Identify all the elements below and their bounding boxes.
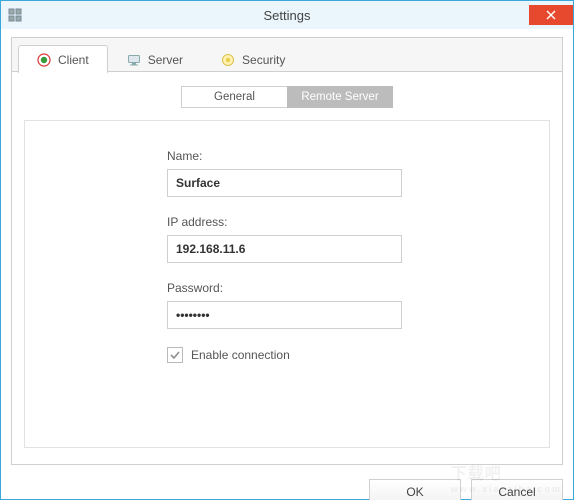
tab-security-label: Security (242, 53, 285, 67)
titlebar: Settings (1, 1, 573, 29)
tab-server[interactable]: Server (108, 45, 202, 73)
name-input[interactable] (167, 169, 402, 197)
subtabs: General Remote Server (24, 86, 550, 108)
tab-client[interactable]: Client (18, 45, 108, 73)
name-label: Name: (167, 149, 407, 163)
cancel-button[interactable]: Cancel (471, 479, 563, 500)
server-icon (127, 53, 141, 67)
content-panel: General Remote Server Name: IP address: … (11, 71, 563, 465)
password-label: Password: (167, 281, 407, 295)
app-icon (7, 7, 23, 23)
password-input[interactable] (167, 301, 402, 329)
window-title: Settings (1, 8, 573, 23)
tab-client-label: Client (58, 53, 89, 67)
enable-connection-label: Enable connection (191, 348, 290, 362)
ok-button[interactable]: OK (369, 479, 461, 500)
form-panel: Name: IP address: Password: Enable conne… (24, 120, 550, 448)
enable-connection-checkbox[interactable] (167, 347, 183, 363)
security-icon (221, 53, 235, 67)
ip-label: IP address: (167, 215, 407, 229)
close-button[interactable] (529, 5, 573, 25)
tab-server-label: Server (148, 53, 183, 67)
footer: OK Cancel (11, 465, 563, 500)
subtab-general[interactable]: General (181, 86, 287, 108)
subtab-remote-server[interactable]: Remote Server (287, 86, 393, 108)
tab-security[interactable]: Security (202, 45, 304, 73)
tabstrip: Client Server Security (11, 37, 563, 71)
client-icon (37, 53, 51, 67)
ip-input[interactable] (167, 235, 402, 263)
